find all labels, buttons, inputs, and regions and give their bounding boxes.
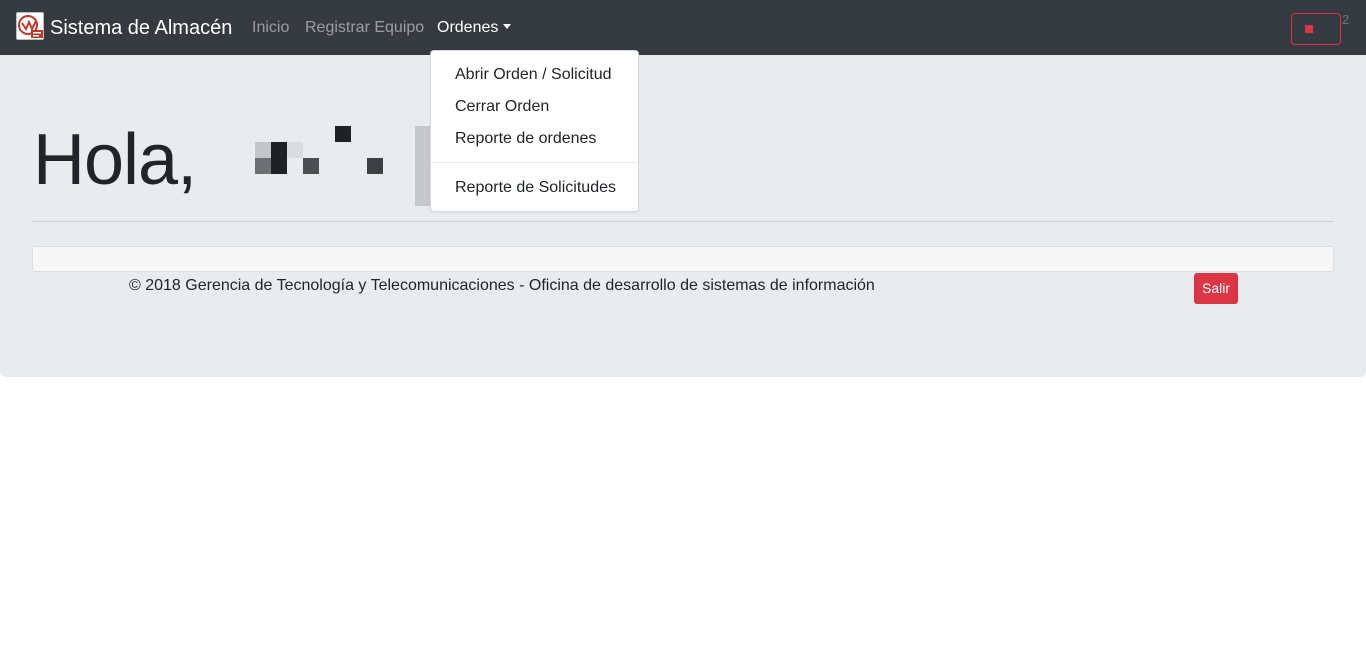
user-icon xyxy=(1305,25,1313,33)
brand-logo-icon[interactable] xyxy=(16,12,44,40)
menu-item-reporte-solicitudes[interactable]: Reporte de Solicitudes xyxy=(455,177,616,199)
user-badge-number: 2 xyxy=(1342,12,1350,27)
divider xyxy=(32,221,1334,222)
menu-item-cerrar-orden[interactable]: Cerrar Orden xyxy=(455,96,549,118)
logout-button[interactable]: Salir xyxy=(1194,273,1238,304)
brand-title[interactable]: Sistema de Almacén xyxy=(50,15,232,41)
footer-bar xyxy=(32,246,1334,272)
nav-dropdown-ordenes[interactable]: Ordenes xyxy=(437,17,512,39)
caret-down-icon xyxy=(503,24,512,29)
user-menu-button[interactable] xyxy=(1291,13,1341,45)
copyright-text: © 2018 Gerencia de Tecnología y Telecomu… xyxy=(129,277,875,294)
top-navbar: Sistema de Almacén Inicio Registrar Equi… xyxy=(0,0,1366,55)
jumbotron xyxy=(0,55,1366,377)
menu-divider xyxy=(431,162,638,163)
greeting-heading: Hola, xyxy=(33,120,197,200)
menu-item-reporte-ordenes[interactable]: Reporte de ordenes xyxy=(455,128,596,150)
ordenes-dropdown-menu: Abrir Orden / Solicitud Cerrar Orden Rep… xyxy=(430,50,639,212)
nav-link-inicio[interactable]: Inicio xyxy=(252,17,289,39)
menu-item-abrir-orden[interactable]: Abrir Orden / Solicitud xyxy=(455,64,612,86)
nav-dropdown-ordenes-label: Ordenes xyxy=(437,19,499,36)
nav-link-registrar-equipo[interactable]: Registrar Equipo xyxy=(305,17,424,39)
